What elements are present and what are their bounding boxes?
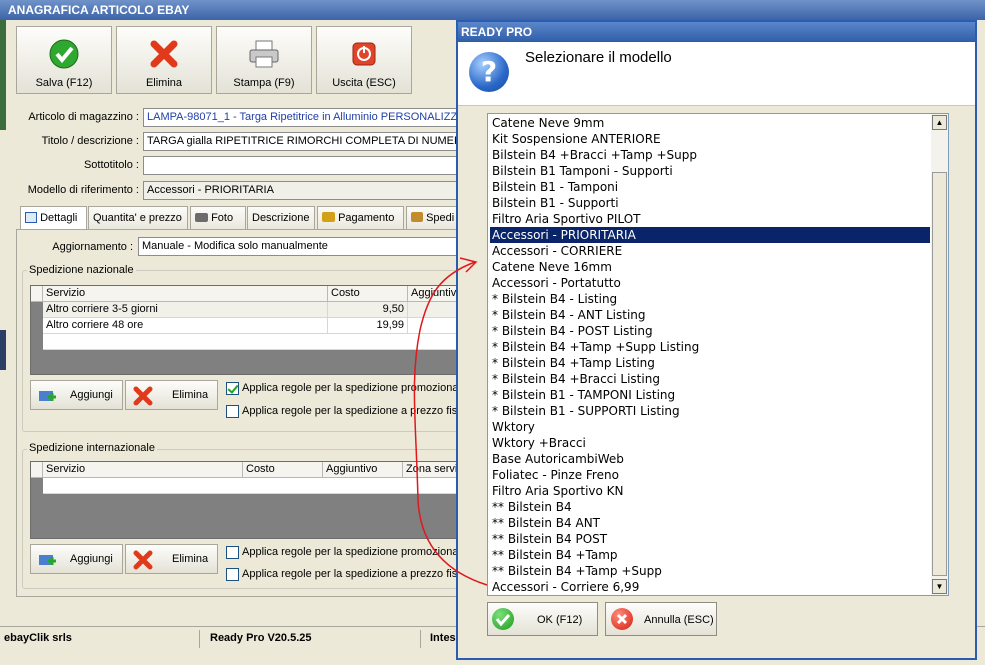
annotation-arrow (413, 257, 488, 586)
